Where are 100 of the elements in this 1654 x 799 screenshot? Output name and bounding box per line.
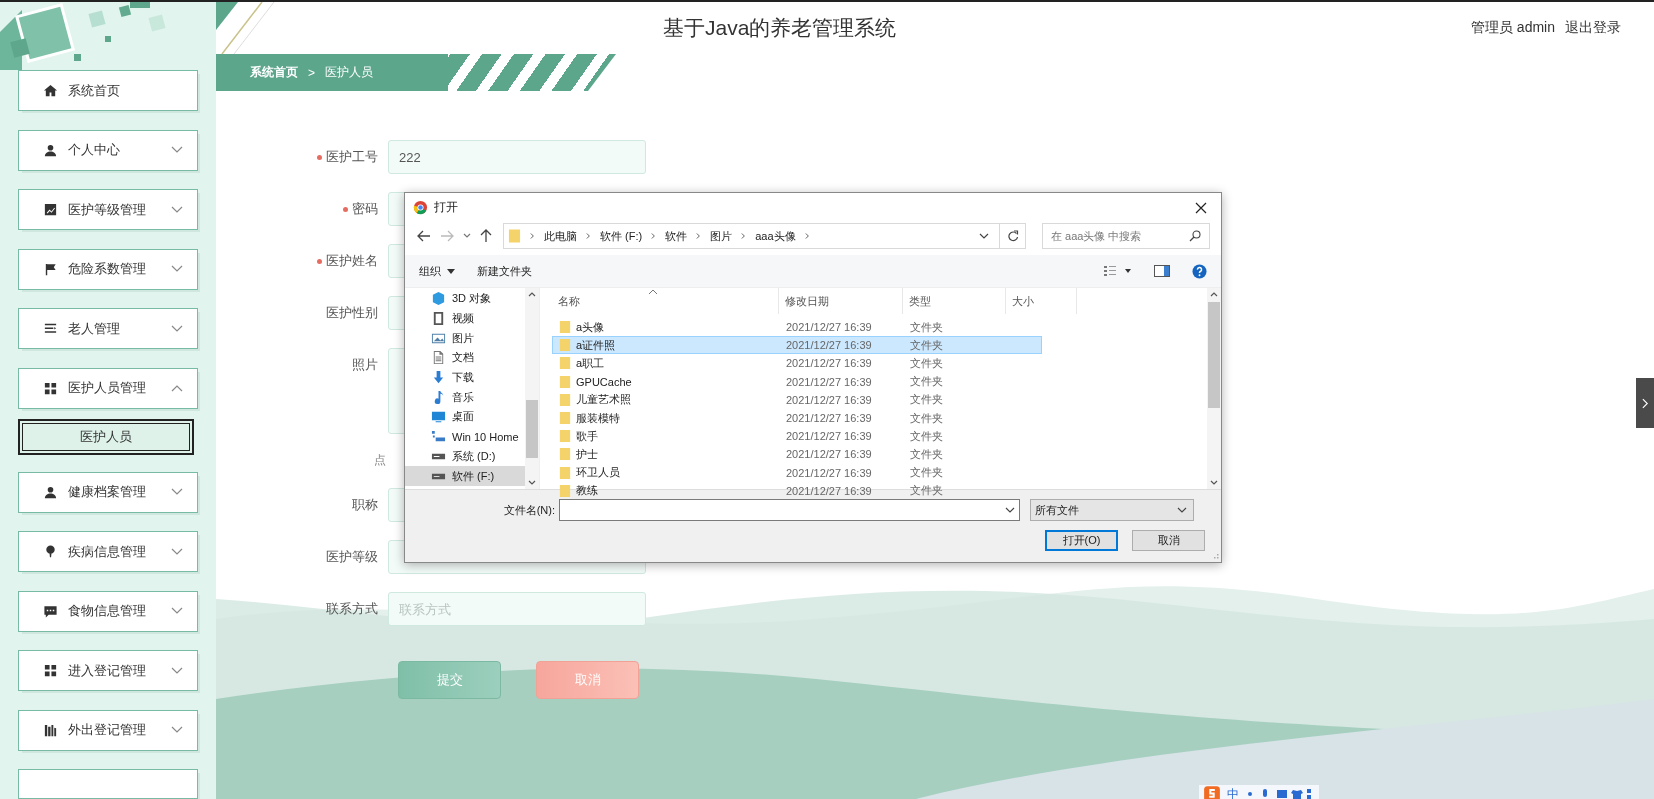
file-row[interactable]: 歌手 2021/12/27 16:39 文件夹 — [552, 427, 1042, 446]
nav-item[interactable]: 视频 — [405, 308, 525, 329]
file-row[interactable]: GPUCache 2021/12/27 16:39 文件夹 — [552, 372, 1042, 391]
menu-item[interactable]: 医护等级管理 — [18, 189, 198, 230]
input-field[interactable]: 联系方式 — [388, 592, 646, 626]
chevron-down-icon — [171, 547, 183, 556]
search-field[interactable]: 在 aaa头像 中搜索 — [1042, 223, 1210, 249]
organize-menu[interactable]: 组织 — [419, 263, 455, 279]
folder-icon — [559, 483, 571, 498]
breadcrumb-separator: > — [308, 65, 315, 80]
chevron-right-icon — [651, 232, 657, 240]
path-segment[interactable]: 软件 (F:) — [600, 228, 643, 244]
nav-item[interactable]: 音乐 — [405, 387, 525, 408]
logout-link[interactable]: 退出登录 — [1565, 19, 1621, 37]
toolbar-button[interactable]: 新建文件夹 — [477, 263, 532, 279]
column-header[interactable]: 修改日期 — [779, 288, 903, 314]
folder-icon — [559, 356, 571, 371]
dialog-title: 打开 — [434, 199, 458, 216]
file-row[interactable]: a头像 2021/12/27 16:39 文件夹 — [552, 318, 1042, 337]
file-row[interactable]: a证件照 2021/12/27 16:39 文件夹 — [552, 336, 1042, 355]
back-arrow-icon[interactable] — [417, 230, 431, 242]
filename-label: 文件名(N): — [502, 502, 556, 518]
search-icon — [1189, 230, 1201, 242]
field-label: 照片 — [352, 356, 378, 374]
ime-mode[interactable]: 中 — [1227, 785, 1239, 799]
menu-item[interactable]: 系统首页 — [18, 70, 198, 111]
nav-item[interactable]: 系统 (D:) — [405, 446, 525, 467]
field-label: 医护工号 — [326, 148, 378, 166]
menu-item[interactable]: 外出登记管理 — [18, 709, 198, 751]
path-segment[interactable]: aaa头像 — [755, 228, 796, 244]
nav-item[interactable]: 文档 — [405, 348, 525, 368]
chevron-right-icon — [1641, 397, 1649, 409]
close-icon[interactable] — [1195, 201, 1207, 214]
grid-icon — [43, 663, 58, 678]
file-row[interactable]: a职工 2021/12/27 16:39 文件夹 — [552, 354, 1042, 373]
chevron-up-icon — [1210, 292, 1218, 297]
file-row[interactable]: 教练 2021/12/27 16:39 文件夹 — [552, 481, 1042, 500]
chevron-down-icon — [1210, 480, 1218, 485]
cancel-button[interactable]: 取消 — [1132, 530, 1205, 551]
nav-item[interactable]: 3D 对象 — [405, 289, 525, 309]
path-segment[interactable]: 此电脑 — [544, 228, 577, 244]
folder-icon — [559, 374, 571, 389]
home-icon — [43, 83, 58, 98]
path-segment[interactable]: 图片 — [710, 228, 733, 244]
chevron-down-icon — [171, 607, 183, 615]
menu-item[interactable]: 危险系数管理 — [18, 248, 198, 290]
menu-item[interactable]: 食物信息管理 — [18, 590, 198, 632]
up-arrow-icon[interactable] — [480, 229, 492, 243]
file-type-dropdown[interactable]: 所有文件 — [1030, 499, 1194, 521]
folder-icon — [559, 392, 571, 407]
menu-item[interactable]: 健康档案管理 — [18, 471, 198, 513]
column-header[interactable]: 类型 — [903, 288, 1006, 314]
help-icon[interactable] — [1192, 263, 1207, 279]
nav-item[interactable]: 桌面 — [405, 407, 525, 427]
field-label: 职称 — [352, 496, 378, 514]
menu-item[interactable]: 医护人员管理 — [18, 367, 198, 409]
chevron-down-icon — [1177, 507, 1187, 513]
file-row[interactable]: 儿童艺术照 2021/12/27 16:39 文件夹 — [552, 390, 1042, 409]
address-bar[interactable]: 此电脑 软件 (F:) 软件 图片 aaa头像 — [503, 223, 1000, 249]
chevron-down-icon — [171, 488, 183, 496]
nav-item[interactable]: 软件 (F:) — [405, 466, 525, 486]
folder-icon — [508, 228, 521, 244]
path-segment[interactable]: 软件 — [665, 228, 688, 244]
balloon-icon — [43, 544, 58, 559]
menu-item[interactable]: 老人管理 — [18, 308, 198, 349]
file-row[interactable]: 服装模特 2021/12/27 16:39 文件夹 — [552, 408, 1042, 428]
document-icon — [431, 350, 446, 366]
menu-item[interactable]: 疾病信息管理 — [18, 531, 198, 572]
preview-pane-icon[interactable] — [1154, 265, 1170, 277]
file-row[interactable]: 环卫人员 2021/12/27 16:39 文件夹 — [552, 463, 1042, 482]
view-options-icon[interactable] — [1104, 265, 1132, 277]
chevron-down-icon[interactable] — [463, 233, 471, 239]
chevron-down-icon — [171, 666, 183, 675]
user-name: 管理员 admin — [1470, 19, 1555, 37]
sort-caret-icon — [648, 289, 658, 295]
chart-icon — [43, 202, 58, 217]
column-header[interactable]: 名称 — [552, 288, 779, 314]
folder-icon — [559, 429, 571, 444]
chevron-right-icon — [586, 232, 591, 240]
chevron-down-icon[interactable] — [979, 233, 989, 239]
scrollbar[interactable] — [1207, 288, 1221, 489]
menu-item[interactable]: 进入登记管理 — [18, 650, 198, 691]
scrollbar[interactable] — [525, 288, 539, 489]
input-field[interactable]: 222 — [388, 140, 646, 174]
nav-item[interactable]: Win 10 Home — [405, 426, 525, 447]
file-row[interactable]: 护士 2021/12/27 16:39 文件夹 — [552, 445, 1042, 464]
field-label: 医护等级 — [326, 548, 378, 566]
refresh-button[interactable] — [1000, 223, 1026, 249]
resize-grip-icon[interactable] — [1211, 552, 1219, 560]
nav-item[interactable]: 图片 — [405, 328, 525, 349]
column-header[interactable]: 大小 — [1006, 288, 1077, 314]
submenu-item[interactable]: 医护人员 — [18, 419, 194, 455]
filename-field[interactable] — [559, 499, 1020, 521]
grid-icon — [43, 380, 58, 396]
chevron-down-icon — [171, 146, 183, 154]
person-icon — [43, 142, 58, 158]
flag-icon — [43, 261, 58, 277]
nav-item[interactable]: 下载 — [405, 367, 525, 388]
menu-item[interactable]: 个人中心 — [18, 129, 198, 171]
open-button[interactable]: 打开(O) — [1045, 530, 1118, 551]
